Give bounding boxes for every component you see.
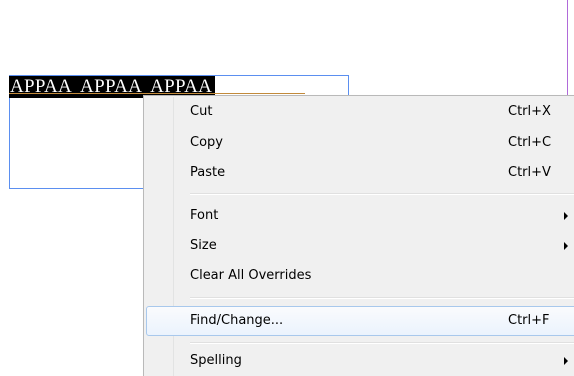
text-baseline-indicator bbox=[9, 93, 305, 94]
menu-separator bbox=[190, 193, 574, 195]
menu-item-label: Clear All Overrides bbox=[190, 268, 312, 283]
menu-item-shortcut: Ctrl+C bbox=[508, 135, 552, 150]
menu-item-label: Find/Change... bbox=[190, 313, 284, 328]
menu-item-font[interactable]: Font bbox=[146, 204, 574, 228]
menu-item-label: Font bbox=[190, 208, 219, 223]
menu-item-paste[interactable]: Paste Ctrl+V bbox=[146, 161, 574, 185]
chevron-right-icon bbox=[564, 212, 568, 220]
menu-item-spelling[interactable]: Spelling bbox=[146, 349, 574, 373]
menu-item-clear-all-overrides[interactable]: Clear All Overrides bbox=[146, 264, 574, 288]
menu-item-copy[interactable]: Copy Ctrl+C bbox=[146, 131, 574, 155]
menu-item-label: Paste bbox=[190, 165, 226, 180]
chevron-right-icon bbox=[564, 357, 568, 365]
menu-item-label: Copy bbox=[190, 135, 223, 150]
vertical-guide-line bbox=[567, 0, 568, 96]
menu-item-find-change[interactable]: Find/Change... Ctrl+F bbox=[146, 306, 574, 336]
menu-item-label: Size bbox=[190, 238, 217, 253]
menu-item-label: Spelling bbox=[190, 353, 242, 368]
document-canvas[interactable]: APPAA APPAA APPAA Cut Ctrl+X Copy Ctrl+C… bbox=[0, 0, 574, 376]
menu-item-shortcut: Ctrl+V bbox=[508, 165, 551, 180]
menu-item-size[interactable]: Size bbox=[146, 234, 574, 258]
menu-separator bbox=[190, 297, 574, 299]
menu-item-label: Cut bbox=[190, 104, 213, 119]
menu-item-shortcut: Ctrl+X bbox=[508, 104, 551, 119]
menu-item-shortcut: Ctrl+F bbox=[508, 313, 550, 328]
menu-separator bbox=[190, 342, 574, 344]
context-menu: Cut Ctrl+X Copy Ctrl+C Paste Ctrl+V Font… bbox=[143, 95, 574, 376]
chevron-right-icon bbox=[564, 242, 568, 250]
menu-item-cut[interactable]: Cut Ctrl+X bbox=[146, 100, 574, 124]
